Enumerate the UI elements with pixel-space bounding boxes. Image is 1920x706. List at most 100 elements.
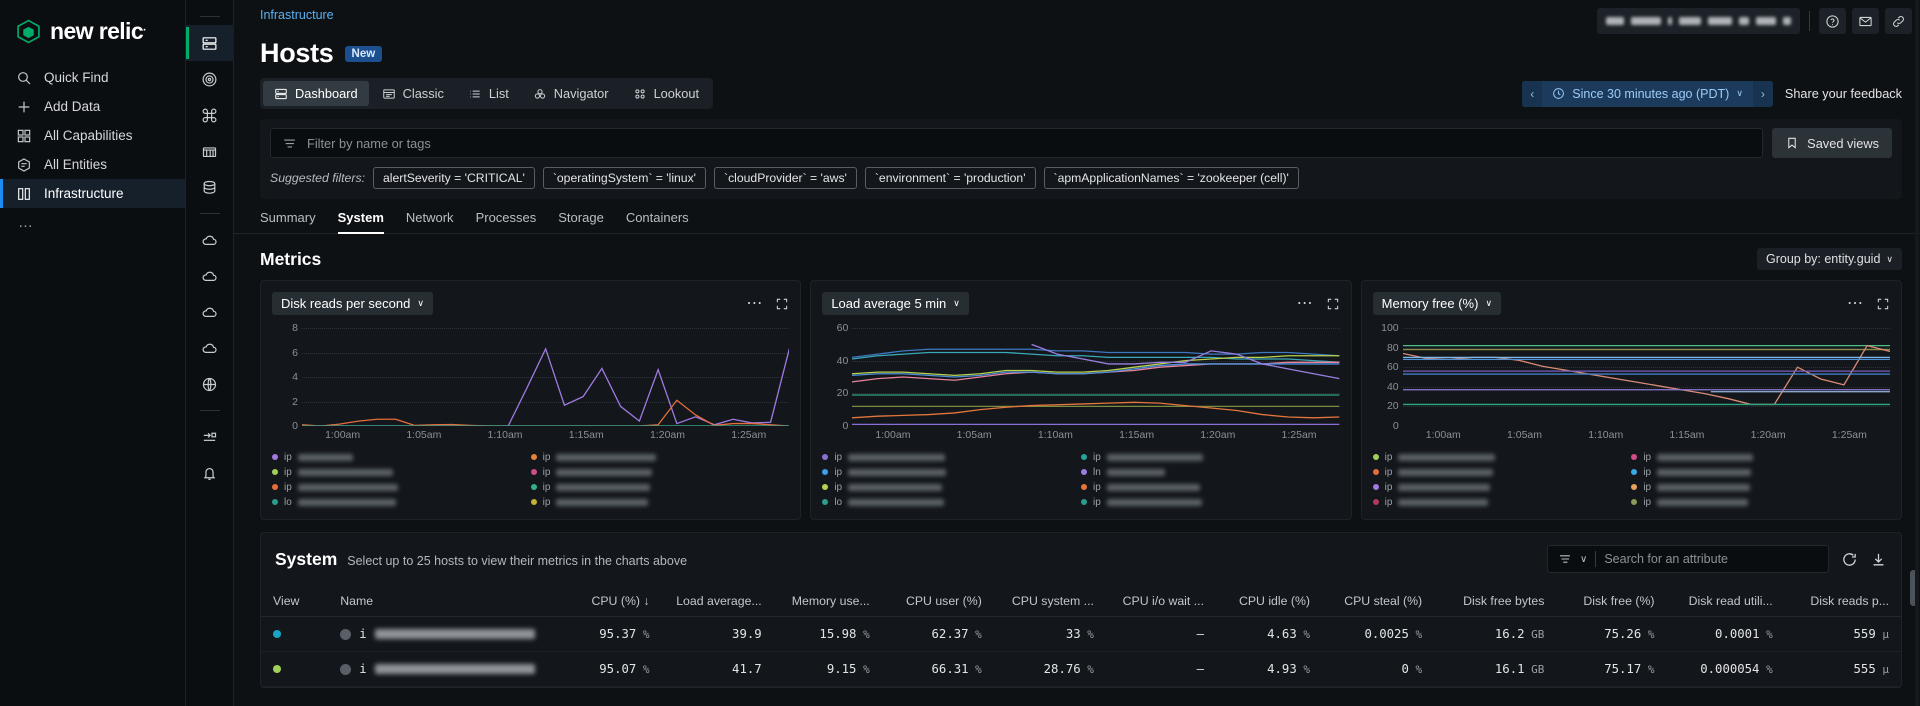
name-cell[interactable]: i (328, 617, 547, 652)
tab-containers[interactable]: Containers (626, 210, 689, 233)
legend-item[interactable]: ip (1631, 496, 1890, 508)
tab-classic[interactable]: Classic (371, 81, 455, 106)
expand-icon[interactable] (1876, 297, 1890, 311)
search-input[interactable]: Filter by name or tags (270, 128, 1763, 158)
column-header-disk-read-util[interactable]: Disk read utili... (1666, 586, 1784, 617)
suggested-filter-chip[interactable]: `cloudProvider` = 'aws' (714, 167, 857, 189)
column-header-load-average[interactable]: Load average... (662, 586, 774, 617)
sidebar-item-all-capabilities[interactable]: All Capabilities (0, 121, 185, 150)
legend-item[interactable]: ln (1081, 466, 1340, 478)
table-row[interactable]: i95.07 %41.79.15 %66.31 %28.76 %–4.93 %0… (261, 652, 1901, 687)
page-scrollbar[interactable] (1915, 0, 1919, 706)
download-icon[interactable] (1870, 551, 1887, 568)
rail-item-cloud-4[interactable] (186, 330, 234, 366)
metric-selector[interactable]: Memory free (%) ∨ (1373, 292, 1501, 315)
chevron-down-icon[interactable]: ∨ (1580, 554, 1587, 565)
name-cell[interactable]: i (328, 652, 547, 687)
legend-item[interactable]: ip (531, 466, 790, 478)
tab-processes[interactable]: Processes (476, 210, 537, 233)
table-row[interactable]: i95.37 %39.915.98 %62.37 %33 %–4.63 %0.0… (261, 617, 1901, 652)
inbox-button[interactable] (1852, 8, 1879, 34)
column-header-disk-free-bytes[interactable]: Disk free bytes (1434, 586, 1556, 617)
time-next-button[interactable]: › (1753, 81, 1773, 107)
expand-icon[interactable] (1326, 297, 1340, 311)
series-color-dot[interactable] (273, 665, 281, 673)
rail-item-command[interactable] (186, 97, 234, 133)
legend-item[interactable]: ip (272, 481, 531, 493)
share-feedback-link[interactable]: Share your feedback (1785, 87, 1902, 101)
share-link-button[interactable] (1885, 8, 1912, 34)
help-button[interactable] (1819, 8, 1846, 34)
column-header-cpu-steal[interactable]: CPU steal (%) (1322, 586, 1434, 617)
metric-selector[interactable]: Load average 5 min ∨ (822, 292, 969, 315)
rail-item-cloud-2[interactable] (186, 258, 234, 294)
suggested-filter-chip[interactable]: `environment` = 'production' (865, 167, 1036, 189)
legend-item[interactable]: ip (1081, 481, 1340, 493)
group-by-selector[interactable]: Group by: entity.guid ∨ (1757, 248, 1902, 270)
tab-lookout[interactable]: Lookout (622, 81, 711, 106)
time-range-value[interactable]: Since 30 minutes ago (PDT) ∨ (1542, 81, 1753, 107)
legend-item[interactable]: lo (272, 496, 531, 508)
rail-item-logs[interactable] (186, 419, 234, 455)
breadcrumb[interactable]: Infrastructure (260, 8, 334, 22)
legend-item[interactable]: ip (1631, 451, 1890, 463)
legend-item[interactable]: ip (272, 466, 531, 478)
rail-item-cloud-1[interactable] (186, 222, 234, 258)
tab-dashboard[interactable]: Dashboard (263, 81, 369, 106)
legend-item[interactable]: ip (822, 481, 1081, 493)
sidebar-item-add-data[interactable]: Add Data (0, 92, 185, 121)
column-header-name[interactable]: Name (328, 586, 547, 617)
chart-more-button[interactable]: ⋯ (1297, 300, 1314, 308)
legend-item[interactable]: ip (1373, 496, 1632, 508)
sidebar-item-all-entities[interactable]: All Entities (0, 150, 185, 179)
chart-more-button[interactable]: ⋯ (746, 300, 763, 308)
legend-item[interactable]: ip (1081, 451, 1340, 463)
sidebar-item-quick-find[interactable]: Quick Find (0, 63, 185, 92)
tab-navigator[interactable]: Navigator (522, 81, 620, 106)
rail-item-hosts[interactable] (186, 25, 234, 61)
legend-item[interactable]: ip (531, 496, 790, 508)
suggested-filter-chip[interactable]: `operatingSystem` = 'linux' (543, 167, 706, 189)
tab-system[interactable]: System (338, 210, 384, 233)
tab-list[interactable]: List (457, 81, 520, 106)
refresh-icon[interactable] (1841, 551, 1858, 568)
column-header-cpu[interactable]: CPU (%) ↓ (547, 586, 661, 617)
rail-item-target[interactable] (186, 61, 234, 97)
suggested-filter-chip[interactable]: `apmApplicationNames` = 'zookeeper (cell… (1044, 167, 1299, 189)
legend-item[interactable]: lo (822, 496, 1081, 508)
series-color-dot[interactable] (273, 630, 281, 638)
legend-item[interactable]: ip (822, 466, 1081, 478)
column-header-cpu-idle[interactable]: CPU idle (%) (1216, 586, 1322, 617)
rail-item-globe[interactable] (186, 366, 234, 402)
time-range-picker[interactable]: ‹ Since 30 minutes ago (PDT) ∨ › (1522, 81, 1773, 107)
sidebar-item-infrastructure[interactable]: Infrastructure (0, 179, 185, 208)
view-cell[interactable] (261, 617, 328, 652)
tab-network[interactable]: Network (406, 210, 454, 233)
rail-item-database[interactable] (186, 169, 234, 205)
column-header-view[interactable]: View (261, 586, 328, 617)
column-header-cpu-user[interactable]: CPU user (%) (882, 586, 994, 617)
legend-item[interactable]: ip (822, 451, 1081, 463)
column-header-cpu-system[interactable]: CPU system ... (994, 586, 1106, 617)
legend-item[interactable]: ip (1373, 466, 1632, 478)
column-header-disk-reads[interactable]: Disk reads p... (1785, 586, 1901, 617)
legend-item[interactable]: ip (1631, 466, 1890, 478)
time-prev-button[interactable]: ‹ (1522, 81, 1542, 107)
metric-selector[interactable]: Disk reads per second ∨ (272, 292, 433, 315)
chart-more-button[interactable]: ⋯ (1847, 300, 1864, 308)
expand-icon[interactable] (775, 297, 789, 311)
rail-item-alerts[interactable] (186, 455, 234, 491)
suggested-filter-chip[interactable]: alertSeverity = 'CRITICAL' (373, 167, 535, 189)
account-selector[interactable] (1597, 8, 1800, 34)
legend-item[interactable]: ip (1081, 496, 1340, 508)
new-relic-logo[interactable]: new relic. (0, 10, 185, 63)
tab-summary[interactable]: Summary (260, 210, 316, 233)
view-cell[interactable] (261, 652, 328, 687)
column-header-disk-free-pct[interactable]: Disk free (%) (1556, 586, 1666, 617)
tab-storage[interactable]: Storage (558, 210, 604, 233)
column-header-memory-used[interactable]: Memory use... (774, 586, 882, 617)
legend-item[interactable]: ip (1373, 451, 1632, 463)
saved-views-button[interactable]: Saved views (1772, 128, 1892, 158)
legend-item[interactable]: ip (1373, 481, 1632, 493)
legend-item[interactable]: ip (1631, 481, 1890, 493)
